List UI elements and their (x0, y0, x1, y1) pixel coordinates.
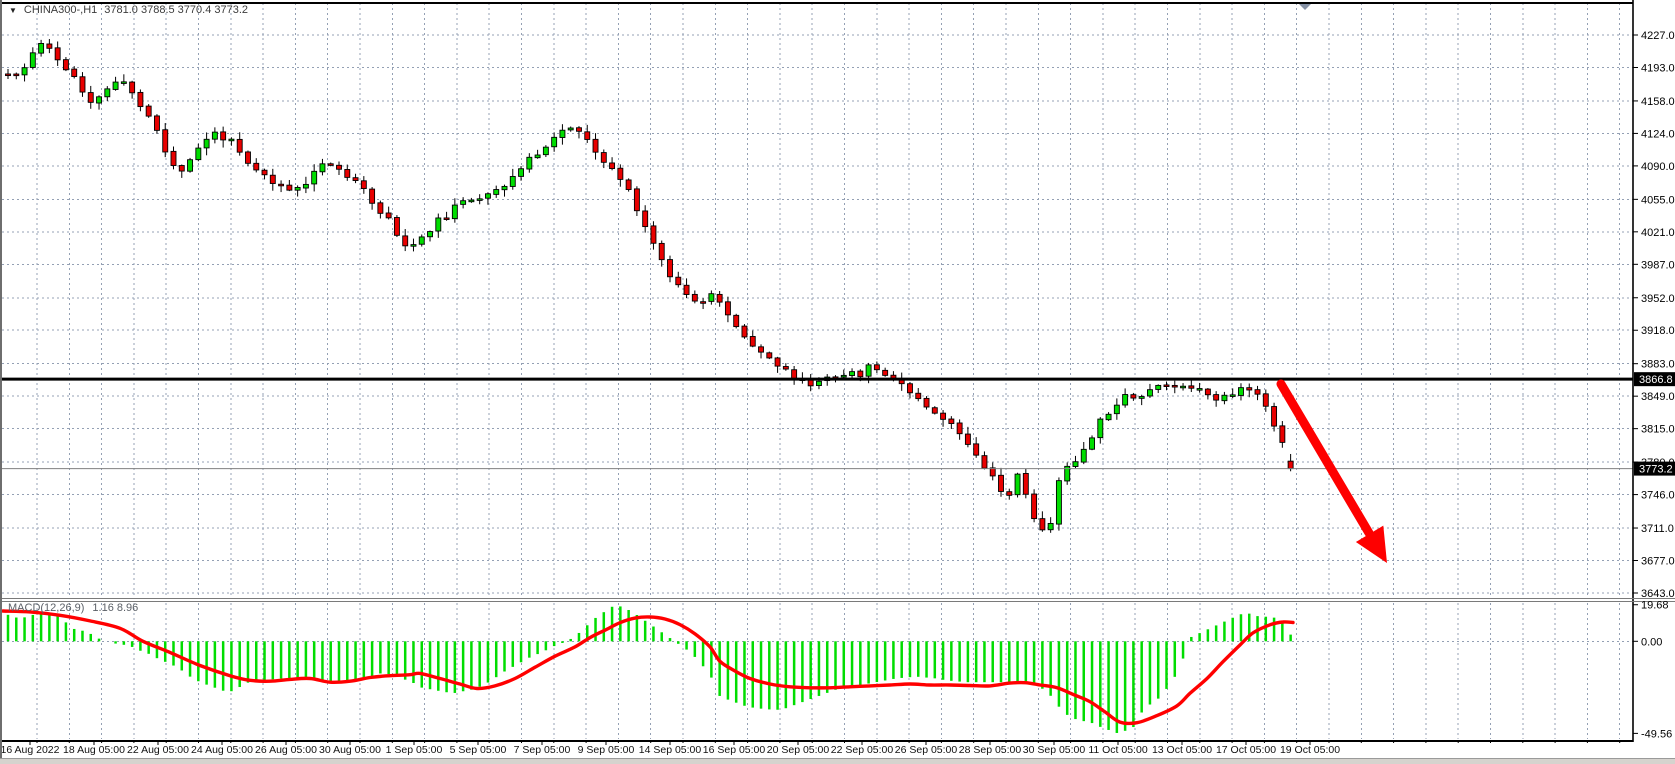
window-left-border (0, 0, 2, 758)
symbol-period-text: CHINA300-,H1 (24, 4, 97, 16)
macd-name-text: MACD(12,26,9) (8, 602, 84, 614)
macd-indicator-label: MACD(12,26,9) 1.16 8.96 (8, 602, 138, 614)
price-axis[interactable] (1633, 0, 1675, 758)
symbol-ohlc-label: ▼ CHINA300-,H1 3781.0 3788.5 3770.4 3773… (9, 4, 248, 16)
symbol-dropdown-icon[interactable]: ▼ (9, 6, 17, 15)
time-axis[interactable] (0, 740, 1675, 758)
window-bottom-strip (0, 758, 1675, 764)
mt4-chart-window: 4227.04193.04158.04124.04090.04055.04021… (0, 0, 1675, 764)
macd-values-text: 1.16 8.96 (92, 602, 138, 614)
chart-canvas[interactable]: 4227.04193.04158.04124.04090.04055.04021… (0, 0, 1675, 764)
bar-ohlc-text: 3781.0 3788.5 3770.4 3773.2 (104, 4, 248, 16)
